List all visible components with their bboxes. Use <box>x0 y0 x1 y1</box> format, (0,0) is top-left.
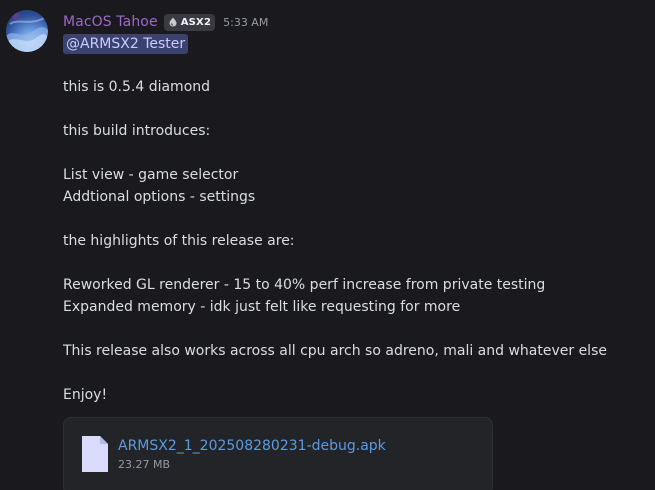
avatar-wave-image <box>6 12 48 52</box>
user-mention[interactable]: @ARMSX2 Tester <box>63 34 189 54</box>
message-line <box>63 362 643 384</box>
attachment-file-size: 23.27 MB <box>118 458 171 471</box>
file-icon <box>82 436 108 472</box>
message-line <box>63 318 643 340</box>
message-line: Expanded memory - idk just felt like req… <box>63 299 461 315</box>
tag-badge-icon <box>169 17 177 27</box>
message-content: this is 0.5.4 diamond this build introdu… <box>63 76 643 406</box>
message-line: this build introduces: <box>63 123 211 139</box>
message-timestamp[interactable]: 5:33 AM <box>223 16 268 29</box>
message-line: this is 0.5.4 diamond <box>63 79 211 95</box>
message-line: Enjoy! <box>63 387 108 403</box>
user-avatar[interactable] <box>6 10 48 52</box>
message-line <box>63 252 643 274</box>
author-name[interactable]: MacOS Tahoe <box>63 14 158 30</box>
attachment-file-name[interactable]: ARMSX2_1_202508280231-debug.apk <box>118 438 386 454</box>
message-line: the highlights of this release are: <box>63 233 295 249</box>
message-line: List view - game selector <box>63 167 239 183</box>
message-line: Addtional options - settings <box>63 189 256 205</box>
message-line <box>63 142 643 164</box>
tag-label: ASX2 <box>180 16 212 28</box>
message-line: Reworked GL renderer - 15 to 40% perf in… <box>63 277 546 293</box>
server-tag-badge[interactable]: ASX2 <box>163 13 216 31</box>
message-line <box>63 98 643 120</box>
message-line <box>63 208 643 230</box>
message-header: MacOS Tahoe ASX2 5:33 AM <box>63 12 268 32</box>
file-attachment[interactable]: ARMSX2_1_202508280231-debug.apk 23.27 MB <box>63 417 493 490</box>
message-line: This release also works across all cpu a… <box>63 343 607 359</box>
chat-message: MacOS Tahoe ASX2 5:33 AM @ARMSX2 Tester … <box>0 0 655 490</box>
